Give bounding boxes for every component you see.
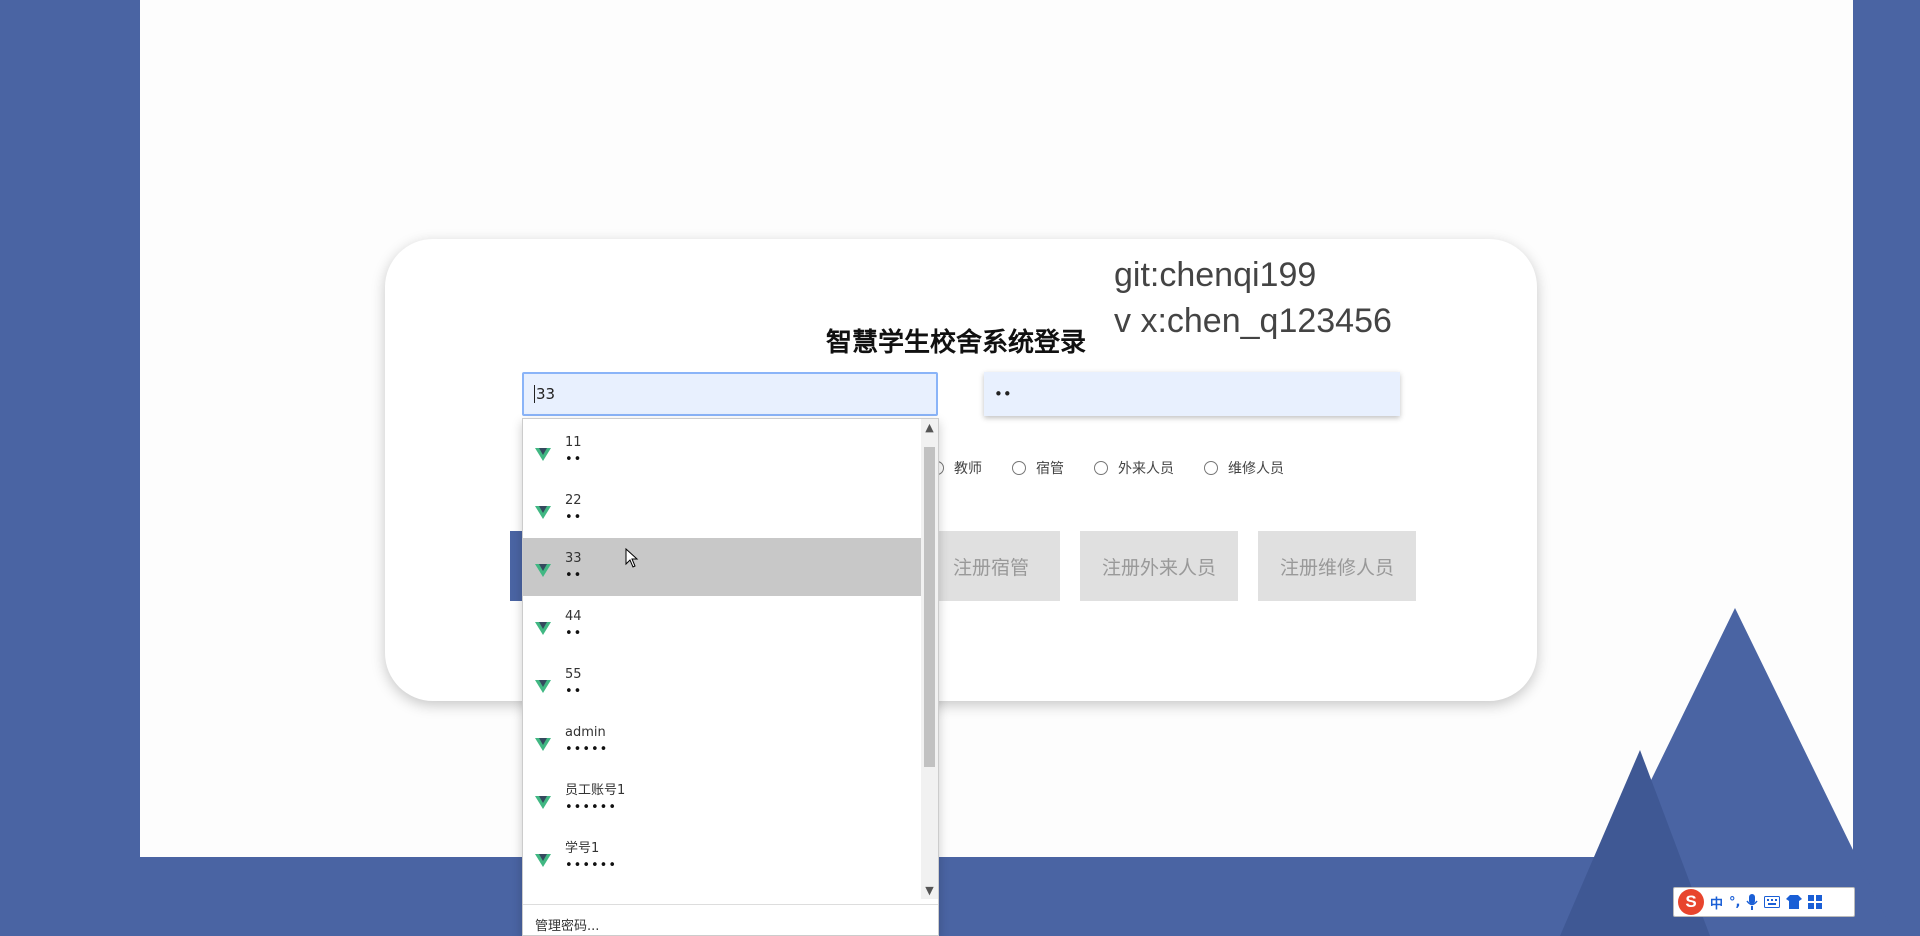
role-radio-visitor[interactable]: 外来人员 (1094, 458, 1174, 478)
autofill-username: 学号1 (565, 841, 600, 856)
mountain-decoration (1560, 608, 1895, 936)
password-input[interactable]: •• (984, 372, 1400, 416)
autofill-item[interactable]: 员工账号1 •••••• (523, 770, 922, 828)
role-radio-dorm-manager[interactable]: 宿管 (1012, 458, 1064, 478)
ime-toolbar[interactable]: S 中 °, (1673, 887, 1855, 917)
autofill-item[interactable]: admin ••••• (523, 712, 922, 770)
autofill-password: •• (565, 452, 583, 467)
password-value: •• (994, 385, 1012, 403)
radio-label: 外来人员 (1118, 461, 1174, 477)
autofill-item[interactable]: 44 •• (523, 596, 922, 654)
ime-punct[interactable]: °, (1729, 895, 1740, 910)
text-caret (534, 385, 535, 403)
autofill-password: •• (565, 684, 583, 699)
radio-label: 宿管 (1036, 461, 1064, 477)
scroll-down-icon[interactable]: ▼ (921, 882, 938, 899)
watermark-git: git:chenqi199 (1114, 256, 1317, 294)
register-maintenance-button[interactable]: 注册维修人员 (1258, 531, 1416, 601)
skin-icon[interactable] (1786, 895, 1803, 909)
autofill-username: 33 (565, 551, 582, 566)
autofill-item[interactable]: 22 •• (523, 480, 922, 538)
radio-label: 维修人员 (1228, 461, 1284, 477)
autofill-username: 44 (565, 609, 582, 624)
register-dorm-manager-button[interactable]: 注册宿管 (922, 531, 1060, 601)
autofill-username: 55 (565, 667, 582, 682)
vue-icon (535, 796, 551, 809)
dropdown-scrollbar[interactable]: ▲ ▼ (921, 419, 938, 899)
watermark-wechat: v x:chen_q123456 (1114, 302, 1392, 340)
vue-icon (535, 738, 551, 751)
autofill-password: ••••• (565, 742, 609, 757)
autofill-item[interactable]: 11 •• (523, 422, 922, 480)
autofill-username: 员工账号1 (565, 783, 626, 798)
vue-icon (535, 854, 551, 867)
radio-circle[interactable] (1012, 461, 1026, 475)
manage-passwords-link[interactable]: 管理密码... (523, 904, 938, 934)
autofill-list: 11 •• 22 •• 33 •• 44 •• 55 •• admin ••••• 员工账号… (523, 422, 922, 886)
autofill-password: •••••• (565, 800, 618, 815)
scrollbar-thumb[interactable] (924, 447, 935, 767)
autofill-password: •••••• (565, 858, 618, 873)
scroll-up-icon[interactable]: ▲ (921, 419, 938, 436)
ime-mode[interactable]: 中 (1710, 893, 1723, 912)
autofill-username: admin (565, 725, 606, 740)
autofill-password: •• (565, 568, 583, 583)
radio-circle[interactable] (1204, 461, 1218, 475)
vue-icon (535, 622, 551, 635)
autofill-username: 11 (565, 435, 582, 450)
sogou-logo-icon[interactable]: S (1678, 889, 1704, 915)
login-title: 智慧学生校舍系统登录 (826, 328, 1087, 358)
autofill-password: •• (565, 510, 583, 525)
vue-icon (535, 448, 551, 461)
radio-label: 教师 (954, 461, 982, 477)
role-radio-group: 教师 宿管 外来人员 维修人员 (930, 458, 1314, 478)
autofill-password: •• (565, 626, 583, 641)
keyboard-icon[interactable] (1764, 896, 1781, 908)
autofill-item[interactable]: 55 •• (523, 654, 922, 712)
register-visitor-button[interactable]: 注册外来人员 (1080, 531, 1238, 601)
watermark: git:chenqi199 v x:chen_q123456 (1114, 252, 1392, 344)
vue-icon (535, 506, 551, 519)
role-radio-maintenance[interactable]: 维修人员 (1204, 458, 1284, 478)
autofill-item[interactable]: 学号1 •••••• (523, 828, 922, 886)
autofill-item-selected[interactable]: 33 •• (523, 538, 922, 596)
radio-circle[interactable] (1094, 461, 1108, 475)
vue-icon (535, 680, 551, 693)
vue-icon (535, 564, 551, 577)
autofill-username: 22 (565, 493, 582, 508)
mic-icon[interactable] (1746, 894, 1759, 910)
autofill-dropdown: 11 •• 22 •• 33 •• 44 •• 55 •• admin ••••• 员工账号… (522, 418, 939, 936)
username-value: 33 (536, 385, 556, 403)
username-input[interactable]: 33 (522, 372, 938, 416)
apps-icon[interactable] (1808, 895, 1823, 909)
mouse-cursor-icon (625, 548, 639, 568)
